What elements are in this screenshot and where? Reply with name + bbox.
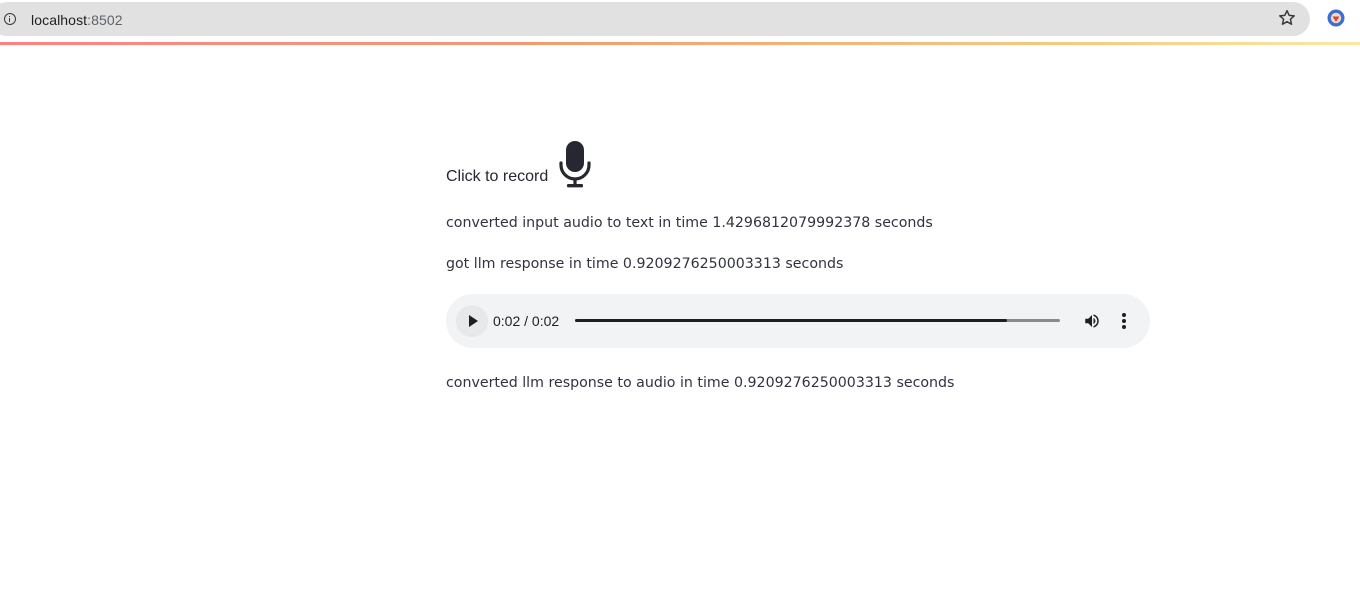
loading-progress-line (0, 42, 1360, 45)
url-text[interactable]: localhost:8502 (31, 12, 123, 28)
profile-avatar-icon[interactable] (1327, 9, 1345, 27)
browser-toolbar: localhost:8502 (0, 0, 1360, 42)
stt-timing-text: converted input audio to text in time 1.… (446, 215, 933, 231)
play-button[interactable] (456, 305, 488, 337)
more-options-icon[interactable] (1119, 312, 1129, 330)
seek-bar-progress (575, 319, 1007, 322)
audio-player[interactable]: 0:02 / 0:02 (446, 294, 1150, 348)
volume-icon[interactable] (1083, 312, 1101, 330)
url-host: localhost (31, 12, 88, 28)
site-info-icon[interactable] (4, 13, 16, 25)
audio-time: 0:02 / 0:02 (493, 313, 560, 329)
url-port: :8502 (87, 12, 123, 28)
tts-timing-text: converted llm response to audio in time … (446, 375, 955, 391)
llm-timing-text: got llm response in time 0.9209276250003… (446, 256, 844, 272)
address-bar[interactable]: localhost:8502 (0, 2, 1310, 36)
microphone-icon[interactable] (558, 139, 592, 189)
bookmark-star-icon[interactable] (1277, 8, 1297, 28)
seek-bar[interactable] (575, 319, 1060, 322)
record-widget[interactable]: Click to record (446, 137, 592, 189)
record-label: Click to record (446, 168, 549, 185)
